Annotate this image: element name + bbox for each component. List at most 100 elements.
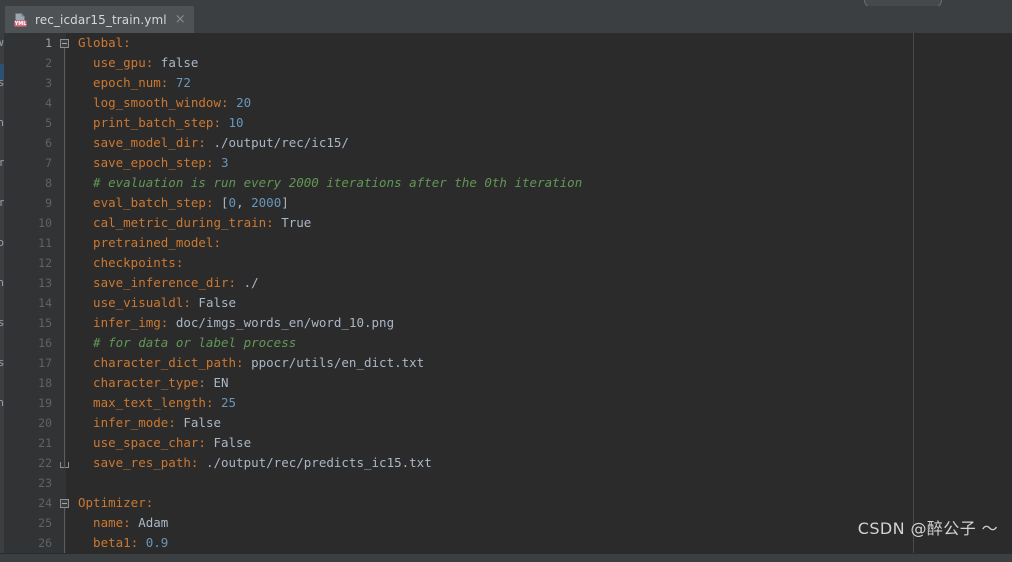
code-token: 25 [221,395,237,410]
code-token: : [236,355,244,370]
code-token: : [228,275,237,290]
code-folding-column[interactable] [60,33,74,553]
code-line[interactable]: save_epoch_step: 3 [78,153,1008,173]
line-number: 25 [38,516,52,530]
code-token: cal_metric_during_train [78,215,267,230]
line-number: 19 [38,396,52,410]
fold-region-line [64,508,65,553]
code-token: ppocr/utils/en_dict.txt [243,355,425,370]
code-token: : [123,515,131,530]
fold-toggle-icon[interactable] [60,499,69,508]
code-token: Adam [130,515,169,530]
code-line[interactable]: infer_img: doc/imgs_words_en/word_10.png [78,313,1008,333]
editor-tab-label: rec_icdar15_train.yml [35,12,167,27]
code-line[interactable]: infer_mode: False [78,413,1008,433]
line-number: 11 [38,236,52,250]
code-line[interactable]: use_space_char: False [78,433,1008,453]
code-token: ./output/rec/predicts_ic15.txt [198,455,432,470]
code-line[interactable]: Global: [78,33,1008,53]
code-line[interactable]: save_inference_dir: ./ [78,273,1008,293]
line-number: 18 [38,376,52,390]
code-token: : [198,135,206,150]
code-token: 10 [228,115,244,130]
code-line[interactable]: pretrained_model: [78,233,1008,253]
code-token: 0 [228,195,237,210]
code-token: 2000 [251,195,282,210]
line-number: 20 [38,416,52,430]
line-number: 23 [38,476,52,490]
code-token: : [266,215,274,230]
code-token: , [236,195,252,210]
code-token: character_type [78,375,199,390]
code-token: False [190,295,237,310]
code-token: False [175,415,221,430]
code-line[interactable]: character_dict_path: ppocr/utils/en_dict… [78,353,1008,373]
ide-window: YML rec_icdar15_train.yml × w s n r r o … [0,0,1012,562]
code-token: doc/imgs_words_en/word_10.png [168,315,395,330]
code-token: character_dict_path [78,355,237,370]
line-number: 22 [38,456,52,470]
code-token: ] [281,195,289,210]
code-line[interactable]: save_model_dir: ./output/rec/ic15/ [78,133,1008,153]
editor-tab-bar: YML rec_icdar15_train.yml × [0,6,1012,39]
line-number: 14 [38,296,52,310]
code-token: ./ [236,275,259,290]
line-number: 3 [45,76,52,90]
code-line[interactable]: max_text_length: 25 [78,393,1008,413]
code-token: use_visualdl [78,295,184,310]
code-token: use_space_char [78,435,199,450]
code-line[interactable]: cal_metric_during_train: True [78,213,1008,233]
line-number: 2 [45,56,52,70]
line-number: 8 [45,176,52,190]
code-token: eval_batch_step [78,195,206,210]
line-number: 9 [45,196,52,210]
code-line[interactable]: Optimizer: [78,493,1008,513]
code-token: infer_img [78,315,161,330]
fold-toggle-icon[interactable] [60,39,69,48]
code-line[interactable]: log_smooth_window: 20 [78,93,1008,113]
code-content[interactable]: Global: use_gpu: false epoch_num: 72 log… [78,33,1008,553]
line-number: 15 [38,316,52,330]
code-token: infer_mode [78,415,169,430]
code-line[interactable]: character_type: EN [78,373,1008,393]
line-number: 1 [45,36,52,50]
line-number: 10 [38,216,52,230]
close-icon[interactable]: × [175,13,186,26]
code-token: log_smooth_window [78,95,221,110]
fold-region-line [64,48,65,468]
code-token: checkpoints [78,255,176,270]
code-line[interactable]: checkpoints: [78,253,1008,273]
code-token: print_batch_step [78,115,214,130]
code-token: # evaluation is run every 2000 iteration… [78,175,583,190]
code-line[interactable]: save_res_path: ./output/rec/predicts_ic1… [78,453,1008,473]
code-token: beta1 [78,535,131,550]
code-line[interactable] [78,473,1008,493]
line-number: 5 [45,116,52,130]
code-token: EN [205,375,229,390]
code-line[interactable]: use_gpu: false [78,53,1008,73]
code-line[interactable]: print_batch_step: 10 [78,113,1008,133]
code-editor[interactable]: w s n r r o n s s n 12345678910111213141… [0,33,1012,553]
code-token: save_epoch_step [78,155,206,170]
line-number: 12 [38,256,52,270]
code-token: epoch_num [78,75,161,90]
code-line[interactable]: # evaluation is run every 2000 iteration… [78,173,1008,193]
watermark: CSDN @醉公子 ～ [857,519,998,538]
code-token: use_gpu [78,55,146,70]
line-number: 24 [38,496,52,510]
code-token: : [183,295,191,310]
code-line[interactable]: eval_batch_step: [0, 2000] [78,193,1008,213]
code-token: save_res_path [78,455,191,470]
code-token: : [145,495,154,510]
code-token: 72 [175,75,191,90]
code-line[interactable]: epoch_num: 72 [78,73,1008,93]
code-token: : [168,415,176,430]
code-line[interactable]: use_visualdl: False [78,293,1008,313]
code-token: false [153,55,199,70]
editor-tab-rec-icdar15-train-yml[interactable]: YML rec_icdar15_train.yml × [5,6,194,33]
code-line[interactable]: # for data or label process [78,333,1008,353]
